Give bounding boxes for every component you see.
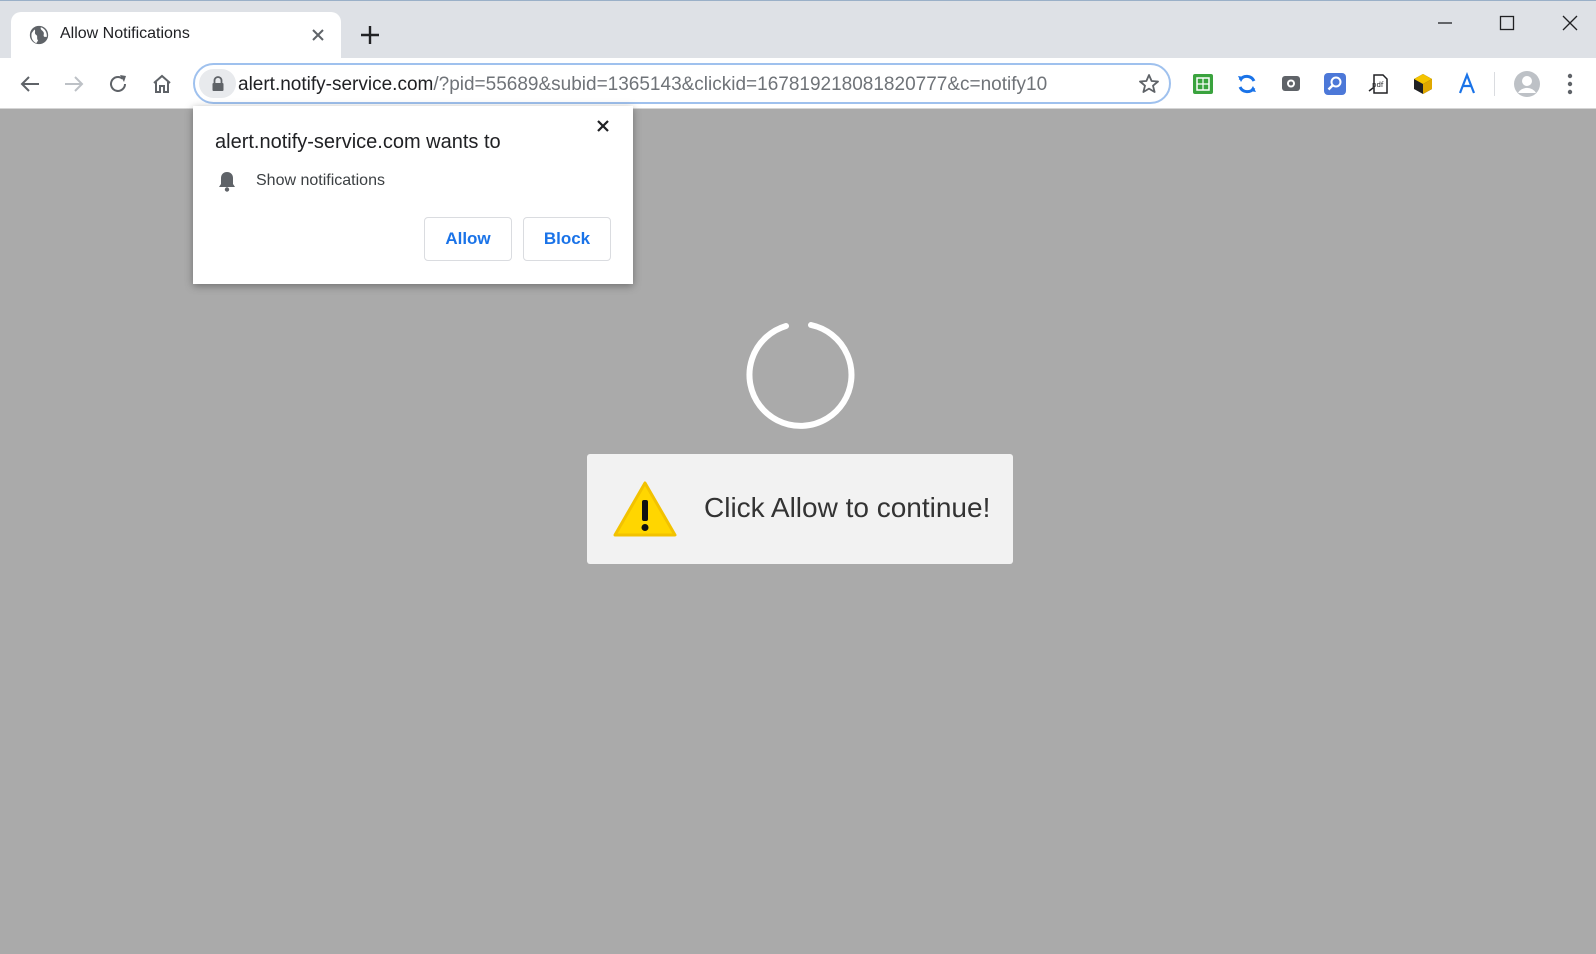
permission-close-icon[interactable] (591, 114, 615, 138)
toolbar-separator (1494, 72, 1495, 96)
url-host: alert.notify-service.com (238, 74, 434, 95)
tab-allow-notifications[interactable]: Allow Notifications (11, 12, 341, 59)
address-bar[interactable]: alert.notify-service.com/?pid=55689&subi… (193, 63, 1171, 104)
bookmark-star-icon[interactable] (1137, 72, 1161, 96)
sheets-extension-icon[interactable] (1189, 70, 1217, 98)
font-extension-icon[interactable] (1453, 70, 1481, 98)
screenshot-extension-icon[interactable] (1277, 70, 1305, 98)
notice-message: Click Allow to continue! (704, 492, 991, 523)
allow-notice-box: Click Allow to continue! (587, 454, 1013, 564)
permission-title: alert.notify-service.com wants to (215, 131, 501, 153)
tab-strip: Allow Notifications (0, 0, 1596, 59)
menu-kebab-icon[interactable] (1556, 70, 1584, 98)
box-extension-icon[interactable] (1409, 70, 1437, 98)
home-icon[interactable] (147, 69, 177, 99)
svg-text:pdf: pdf (1372, 81, 1384, 89)
new-tab-icon[interactable] (357, 22, 383, 48)
browser-toolbar: alert.notify-service.com/?pid=55689&subi… (0, 58, 1596, 109)
forward-icon[interactable] (59, 69, 89, 99)
tab-title: Allow Notifications (60, 25, 190, 42)
warning-icon (613, 481, 677, 537)
url-text[interactable]: alert.notify-service.com/?pid=55689&subi… (238, 74, 1047, 96)
globe-icon (29, 25, 49, 45)
permission-item-notifications: Show notifications (256, 172, 385, 189)
tab-close-icon[interactable] (307, 24, 329, 46)
bell-icon (219, 172, 235, 192)
reload-icon[interactable] (103, 69, 133, 99)
profile-avatar-icon[interactable] (1512, 69, 1542, 99)
search-extension-icon[interactable] (1321, 70, 1349, 98)
sync-extension-icon[interactable] (1233, 70, 1261, 98)
url-path: /?pid=55689&subid=1365143&clickid=167819… (433, 74, 1048, 95)
block-button[interactable]: Block (523, 217, 611, 261)
minimize-icon[interactable] (1430, 9, 1460, 37)
maximize-icon[interactable] (1492, 9, 1522, 37)
loading-spinner (746, 322, 855, 429)
allow-button[interactable]: Allow (424, 217, 512, 261)
back-icon[interactable] (15, 69, 45, 99)
lock-icon[interactable] (199, 69, 236, 98)
notification-permission-prompt: alert.notify-service.com wants to Show n… (193, 106, 633, 284)
window-close-icon[interactable] (1555, 9, 1585, 37)
pdf-extension-icon[interactable]: pdf (1365, 70, 1393, 98)
